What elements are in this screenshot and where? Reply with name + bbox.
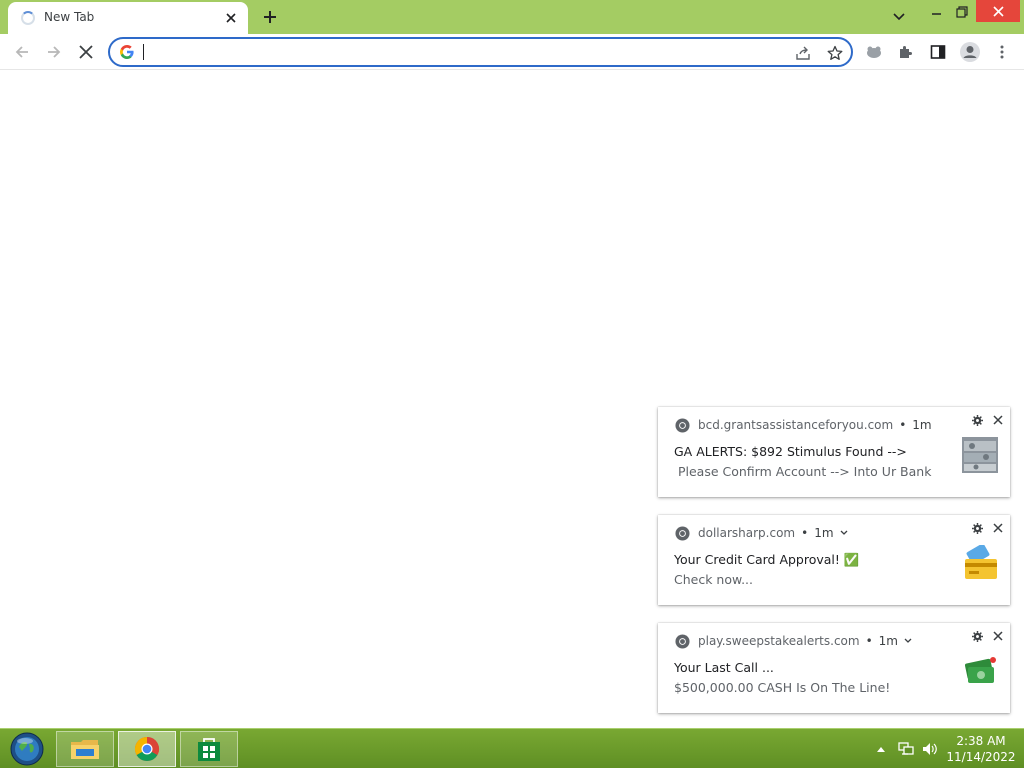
address-bar[interactable]	[108, 37, 853, 67]
tab-new-tab[interactable]: New Tab	[8, 2, 248, 34]
restore-button[interactable]	[948, 0, 976, 24]
system-clock[interactable]: 2:38 AM 11/14/2022	[944, 733, 1018, 765]
tab-strip: New Tab	[0, 0, 1024, 34]
notification-site: dollarsharp.com	[698, 526, 796, 540]
notification-time: 1m	[912, 418, 932, 432]
taskbar: 2:38 AM 11/14/2022	[0, 728, 1024, 768]
notification-body: Please Confirm Account --> Into Ur Bank	[674, 464, 932, 479]
taskbar-file-explorer[interactable]	[56, 731, 114, 767]
chrome-icon	[675, 526, 690, 541]
start-orb-icon[interactable]	[8, 731, 46, 767]
chrome-icon	[134, 737, 160, 762]
notification-time: 1m	[814, 526, 834, 540]
taskbar-store[interactable]	[180, 731, 238, 767]
screen: New Tab bcd.grantsassistanceforyou.com •…	[0, 0, 1024, 768]
extension-icon[interactable]	[860, 38, 888, 66]
notification-title: Your Credit Card Approval! ✅	[674, 552, 860, 567]
expand-chevron-icon[interactable]	[840, 528, 850, 538]
tab-search-chevron-icon[interactable]	[886, 5, 912, 29]
separator-dot: •	[899, 418, 907, 432]
browser-toolbar	[0, 34, 1024, 70]
close-icon[interactable]	[990, 520, 1006, 536]
notification-site: play.sweepstakealerts.com	[698, 634, 860, 648]
notification-card[interactable]: bcd.grantsassistanceforyou.com • 1m GA A…	[658, 407, 1010, 497]
bookmark-star-icon[interactable]	[824, 42, 846, 64]
notification-site: bcd.grantsassistanceforyou.com	[698, 418, 894, 432]
close-window-button[interactable]	[976, 0, 1020, 22]
new-tab-button[interactable]	[258, 5, 282, 29]
notification-title: GA ALERTS: $892 Stimulus Found -->	[674, 444, 907, 459]
stop-loading-button[interactable]	[72, 38, 100, 66]
credit-card-image	[965, 545, 997, 579]
gear-icon[interactable]	[970, 629, 984, 643]
notification-card[interactable]: dollarsharp.com • 1m Your Credit Card Ap…	[658, 515, 1010, 605]
address-input[interactable]	[144, 42, 774, 62]
extensions-puzzle-icon[interactable]	[892, 38, 920, 66]
notification-body: $500,000.00 CASH Is On The Line!	[674, 680, 891, 695]
expand-chevron-icon[interactable]	[904, 636, 914, 646]
notification-origin: bcd.grantsassistanceforyou.com • 1m	[698, 418, 932, 432]
notification-origin: dollarsharp.com • 1m	[698, 526, 850, 540]
share-icon[interactable]	[792, 42, 814, 64]
back-button[interactable]	[8, 38, 36, 66]
show-hidden-icons-icon[interactable]	[874, 729, 888, 768]
notification-title: Your Last Call ...	[674, 660, 774, 675]
money-stack-image	[962, 437, 998, 473]
chrome-icon	[675, 634, 690, 649]
clock-time: 2:38 AM	[956, 734, 1006, 748]
loading-spinner-icon	[21, 11, 35, 25]
gear-icon[interactable]	[970, 521, 984, 535]
chrome-icon	[675, 418, 690, 433]
close-icon[interactable]	[990, 628, 1006, 644]
tab-title: New Tab	[44, 10, 95, 24]
separator-dot: •	[801, 526, 809, 540]
tab-close-icon[interactable]	[222, 9, 240, 27]
notification-body: Check now...	[674, 572, 753, 587]
clock-date: 11/14/2022	[946, 750, 1016, 764]
notification-time: 1m	[878, 634, 898, 648]
forward-button[interactable]	[40, 38, 68, 66]
notification-origin: play.sweepstakealerts.com • 1m	[698, 634, 914, 648]
close-icon[interactable]	[990, 412, 1006, 428]
separator-dot: •	[865, 634, 873, 648]
menu-kebab-icon[interactable]	[988, 38, 1016, 66]
notification-card[interactable]: play.sweepstakealerts.com • 1m Your Last…	[658, 623, 1010, 713]
google-icon	[120, 45, 134, 59]
folder-icon	[71, 740, 99, 759]
taskbar-chrome[interactable]	[118, 731, 176, 767]
cash-image	[964, 657, 996, 683]
profile-avatar-icon[interactable]	[956, 38, 984, 66]
network-icon[interactable]	[896, 729, 916, 768]
store-icon	[198, 738, 220, 761]
side-panel-icon[interactable]	[924, 38, 952, 66]
volume-icon[interactable]	[920, 729, 940, 768]
gear-icon[interactable]	[970, 413, 984, 427]
